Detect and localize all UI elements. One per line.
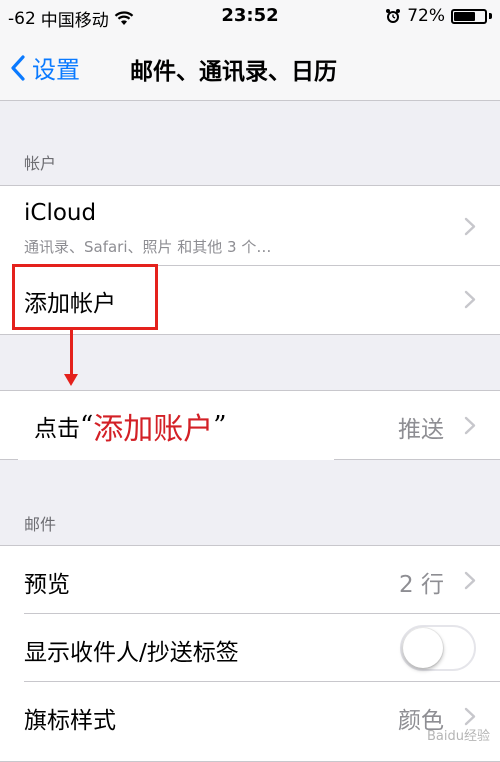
- show-to-cc-label: 显示收件人/抄送标签: [24, 640, 239, 666]
- account-subtitle: 通讯录、Safari、照片 和其他 3 个…: [24, 238, 272, 256]
- fetch-value: 推送: [398, 417, 444, 443]
- preview-label: 预览: [24, 572, 70, 598]
- show-to-cc-toggle[interactable]: [400, 625, 476, 671]
- callout-prefix: 点击: [34, 416, 80, 442]
- callout-open-quote: “: [80, 411, 94, 441]
- chevron-right-icon: [464, 571, 476, 590]
- back-label: 设置: [32, 56, 80, 84]
- show-to-cc-row: 显示收件人/抄送标签: [0, 614, 500, 682]
- accounts-section-header: 帐户: [24, 154, 57, 173]
- chevron-right-icon: [464, 416, 476, 435]
- watermark: Baidu经验: [427, 729, 490, 744]
- account-row-icloud[interactable]: iCloud 通讯录、Safari、照片 和其他 3 个…: [0, 186, 500, 266]
- status-bar: -62 中国移动 23:52 72%: [0, 0, 500, 33]
- mail-group: 预览 2 行 显示收件人/抄送标签 旗标样式 颜色: [0, 545, 500, 762]
- battery-percent: 72%: [407, 6, 445, 26]
- callout-close-quote: ”: [213, 411, 227, 441]
- callout-emphasis: 添加账户: [93, 412, 214, 447]
- flag-style-label: 旗标样式: [24, 708, 116, 734]
- status-right: 72%: [385, 6, 492, 26]
- annotation-callout: 点击 “ 添加账户 ”: [18, 392, 334, 460]
- back-button[interactable]: 设置: [10, 50, 80, 85]
- battery-fill: [454, 11, 476, 21]
- account-label: iCloud: [24, 200, 97, 226]
- highlight-box: [12, 264, 158, 330]
- navigation-bar: 设置 邮件、通讯录、日历: [0, 33, 500, 101]
- preview-row[interactable]: 预览 2 行: [0, 546, 500, 614]
- chevron-left-icon: [11, 54, 25, 81]
- preview-value: 2 行: [399, 572, 444, 598]
- chevron-right-icon: [464, 707, 476, 726]
- annotation-arrow-line: [70, 330, 73, 376]
- chevron-right-icon: [464, 217, 476, 236]
- alarm-clock-icon: [386, 9, 401, 23]
- chevron-right-icon: [464, 290, 476, 309]
- mail-section-header: 邮件: [24, 515, 57, 534]
- page-title: 邮件、通讯录、日历: [130, 59, 337, 85]
- flag-style-row[interactable]: 旗标样式 颜色: [0, 682, 500, 750]
- annotation-arrow-head: [64, 374, 78, 386]
- toggle-knob: [403, 628, 443, 668]
- battery-tip: [489, 13, 492, 19]
- battery-icon: [451, 8, 487, 24]
